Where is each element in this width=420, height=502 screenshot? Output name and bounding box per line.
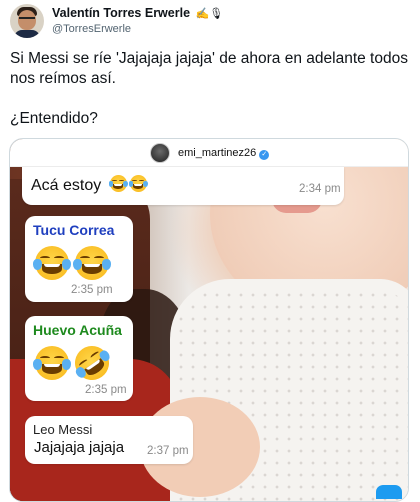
author-name-line[interactable]: Valentín Torres Erwerle ✍️🎙 xyxy=(52,6,223,20)
author-name[interactable]: Valentín Torres Erwerle xyxy=(52,6,190,20)
author-avatar[interactable] xyxy=(10,4,44,38)
tweet-text: Si Messi se ríe 'Jajajaja jajaja' de aho… xyxy=(10,49,410,149)
avatar-shirt xyxy=(14,30,40,38)
instagram-header-bar: emi_martinez26 ✓ xyxy=(10,139,408,167)
tears-of-joy-icon xyxy=(32,346,72,380)
chat-sender-name: Huevo Acuña xyxy=(33,322,122,338)
emoji-group xyxy=(108,175,148,192)
chat-sender-name: Leo Messi xyxy=(33,422,93,437)
verified-check-icon: ✓ xyxy=(259,150,270,160)
chat-timestamp: 2:35 pm xyxy=(71,284,113,296)
chat-timestamp: 2:37 pm xyxy=(147,445,189,457)
chat-message-text-1: Acá estoy xyxy=(31,177,102,194)
chat-bubble-4: Leo Messi Jajajaja jajaja 2:37 pm xyxy=(25,416,193,464)
tweet-text-line-1: Si Messi se ríe 'Jajajaja jajaja' de aho… xyxy=(10,50,408,87)
author-emojis: ✍️🎙 xyxy=(195,8,224,20)
tears-of-joy-icon xyxy=(128,175,148,192)
avatar-glasses xyxy=(19,17,35,21)
author-handle[interactable]: @TorresErwerle xyxy=(52,23,131,35)
media-badge xyxy=(376,485,402,499)
instagram-username-text: emi_martinez26 xyxy=(178,147,257,159)
chat-bubble-3: Huevo Acuña 2:35 pm xyxy=(25,316,133,401)
chat-bubble-1: Acá estoy 2:34 pm xyxy=(22,167,344,205)
tweet-text-line-2: ¿Entendido? xyxy=(10,110,98,127)
chat-timestamp: 2:34 pm xyxy=(299,183,341,195)
chat-message-text: Acá estoy xyxy=(31,175,148,195)
rolling-on-floor-laughing-icon xyxy=(68,339,116,387)
tears-of-joy-icon xyxy=(72,246,112,280)
chat-bubble-2: Tucu Correa 2:35 pm xyxy=(25,216,133,302)
tweet-header: Valentín Torres Erwerle ✍️🎙 @TorresErwer… xyxy=(10,4,410,40)
chat-timestamp: 2:35 pm xyxy=(85,384,127,396)
tweet-media-image[interactable]: emi_martinez26 ✓ Acá estoy 2:34 pm Tucu C… xyxy=(9,138,409,502)
tears-of-joy-icon xyxy=(32,246,72,280)
emoji-group xyxy=(32,339,116,387)
instagram-username: emi_martinez26 ✓ xyxy=(178,147,270,160)
emoji-group xyxy=(32,246,112,280)
instagram-avatar xyxy=(150,143,170,163)
chat-sender-name: Tucu Correa xyxy=(33,222,115,238)
tears-of-joy-icon xyxy=(108,175,128,192)
chat-message-text: Jajajaja jajaja xyxy=(34,439,125,456)
